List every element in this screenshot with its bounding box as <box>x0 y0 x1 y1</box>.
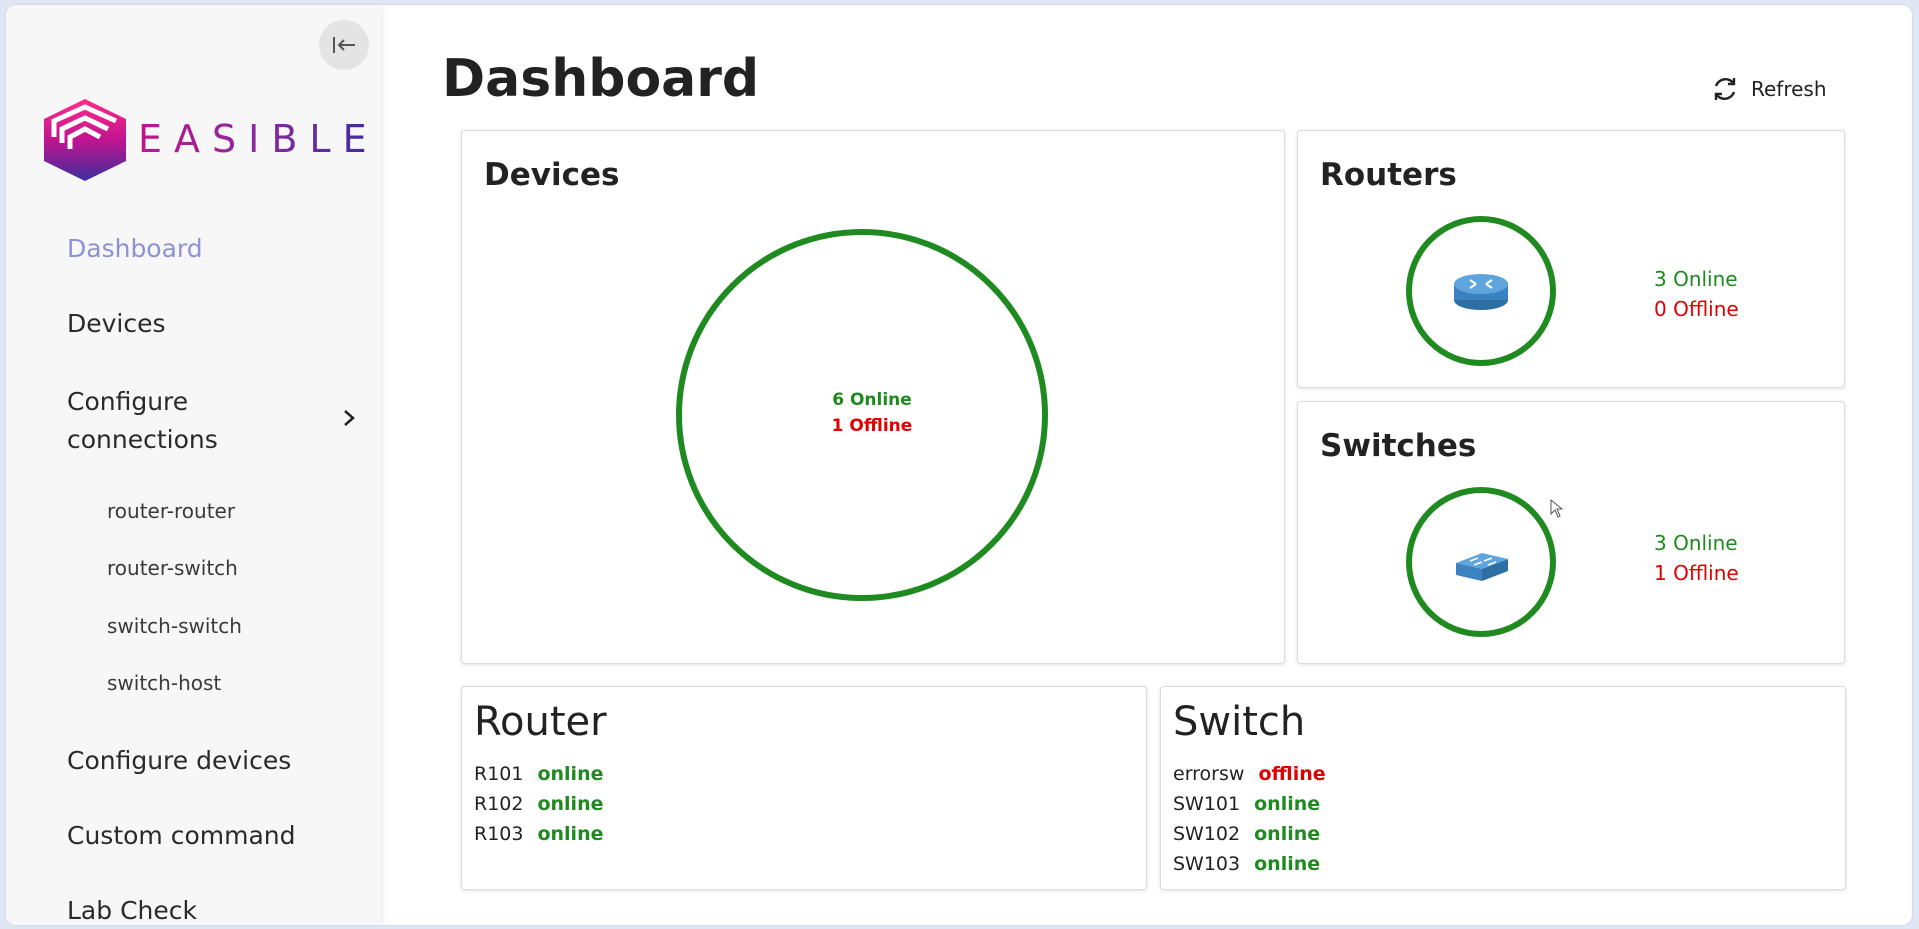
logo-mark-icon <box>44 99 126 181</box>
table-row: errorsw offline <box>1173 759 1326 789</box>
mouse-cursor-icon <box>1550 499 1564 518</box>
devices-card-title: Devices <box>484 157 620 193</box>
router-status: online <box>537 763 604 785</box>
sidebar-subitem-router-switch[interactable]: router-switch <box>107 556 238 580</box>
refresh-button[interactable]: Refresh <box>1711 75 1827 103</box>
router-name: R101 <box>474 763 524 785</box>
switch-list-title: Switch <box>1173 699 1306 745</box>
switch-name: SW102 <box>1173 823 1241 845</box>
chevron-right-icon[interactable] <box>342 408 356 428</box>
router-status: online <box>537 793 604 815</box>
devices-donut-label: 6 Online 1 Offline <box>772 387 972 439</box>
switch-name: SW103 <box>1173 853 1241 875</box>
logo-text: EASIBLE <box>138 117 379 161</box>
sidebar-subitem-router-router[interactable]: router-router <box>107 499 235 523</box>
switches-stats: 3 Online 1 Offline <box>1654 528 1739 588</box>
main-content: Dashboard Refresh Devices 6 Online 1 Off… <box>381 5 1912 925</box>
switch-status: online <box>1254 823 1321 845</box>
table-row: SW103 online <box>1173 849 1326 879</box>
router-status: online <box>537 823 604 845</box>
switches-offline-count: 1 Offline <box>1654 561 1739 585</box>
switch-name: errorsw <box>1173 763 1245 785</box>
table-row: SW101 online <box>1173 789 1326 819</box>
sidebar-item-configure-devices[interactable]: Configure devices <box>67 746 291 775</box>
router-list-card: Router R101 online R102 online R103 onli… <box>461 686 1147 890</box>
logo: EASIBLE <box>40 97 367 187</box>
switches-online-count: 3 Online <box>1654 531 1738 555</box>
switches-card: Switches 3 Online 1 Offline <box>1297 401 1845 664</box>
collapse-left-icon <box>333 37 355 53</box>
page-title: Dashboard <box>442 49 760 109</box>
app-window: EASIBLE Dashboard Devices Configure conn… <box>6 5 1912 925</box>
switch-status: online <box>1254 793 1321 815</box>
devices-online-count: 6 Online <box>832 390 912 410</box>
routers-offline-count: 0 Offline <box>1654 297 1739 321</box>
table-row: R103 online <box>474 819 604 849</box>
collapse-sidebar-button[interactable] <box>319 20 369 70</box>
sidebar-item-devices[interactable]: Devices <box>67 309 166 338</box>
router-list: R101 online R102 online R103 online <box>474 759 604 849</box>
switches-donut <box>1406 487 1556 637</box>
table-row: R101 online <box>474 759 604 789</box>
sidebar-item-lab-check[interactable]: Lab Check <box>67 896 197 925</box>
router-name: R103 <box>474 823 524 845</box>
sidebar-subitem-switch-switch[interactable]: switch-switch <box>107 614 242 638</box>
switch-list: errorsw offline SW101 online SW102 onlin… <box>1173 759 1326 879</box>
routers-card: Routers 3 Online 0 Offline <box>1297 130 1845 388</box>
devices-card: Devices 6 Online 1 Offline <box>461 130 1285 664</box>
table-row: SW102 online <box>1173 819 1326 849</box>
router-list-title: Router <box>474 699 607 745</box>
router-icon <box>1454 274 1508 310</box>
switch-status: online <box>1254 853 1321 875</box>
switch-list-card: Switch errorsw offline SW101 online SW10… <box>1160 686 1846 890</box>
switches-card-title: Switches <box>1320 428 1477 464</box>
routers-stats: 3 Online 0 Offline <box>1654 264 1739 324</box>
routers-donut <box>1406 216 1556 366</box>
sidebar-subitem-switch-host[interactable]: switch-host <box>107 671 221 695</box>
sidebar-item-configure-connections[interactable]: Configure connections <box>67 383 267 459</box>
table-row: R102 online <box>474 789 604 819</box>
routers-online-count: 3 Online <box>1654 267 1738 291</box>
switch-status: offline <box>1258 763 1326 785</box>
sidebar-item-custom-command[interactable]: Custom command <box>67 821 296 850</box>
switch-icon <box>1456 553 1508 581</box>
refresh-label: Refresh <box>1751 77 1827 101</box>
devices-offline-count: 1 Offline <box>831 416 913 436</box>
router-name: R102 <box>474 793 524 815</box>
routers-card-title: Routers <box>1320 157 1457 193</box>
switch-name: SW101 <box>1173 793 1241 815</box>
sidebar-item-dashboard[interactable]: Dashboard <box>67 234 203 263</box>
refresh-icon <box>1714 78 1736 100</box>
sidebar: EASIBLE Dashboard Devices Configure conn… <box>6 5 381 925</box>
